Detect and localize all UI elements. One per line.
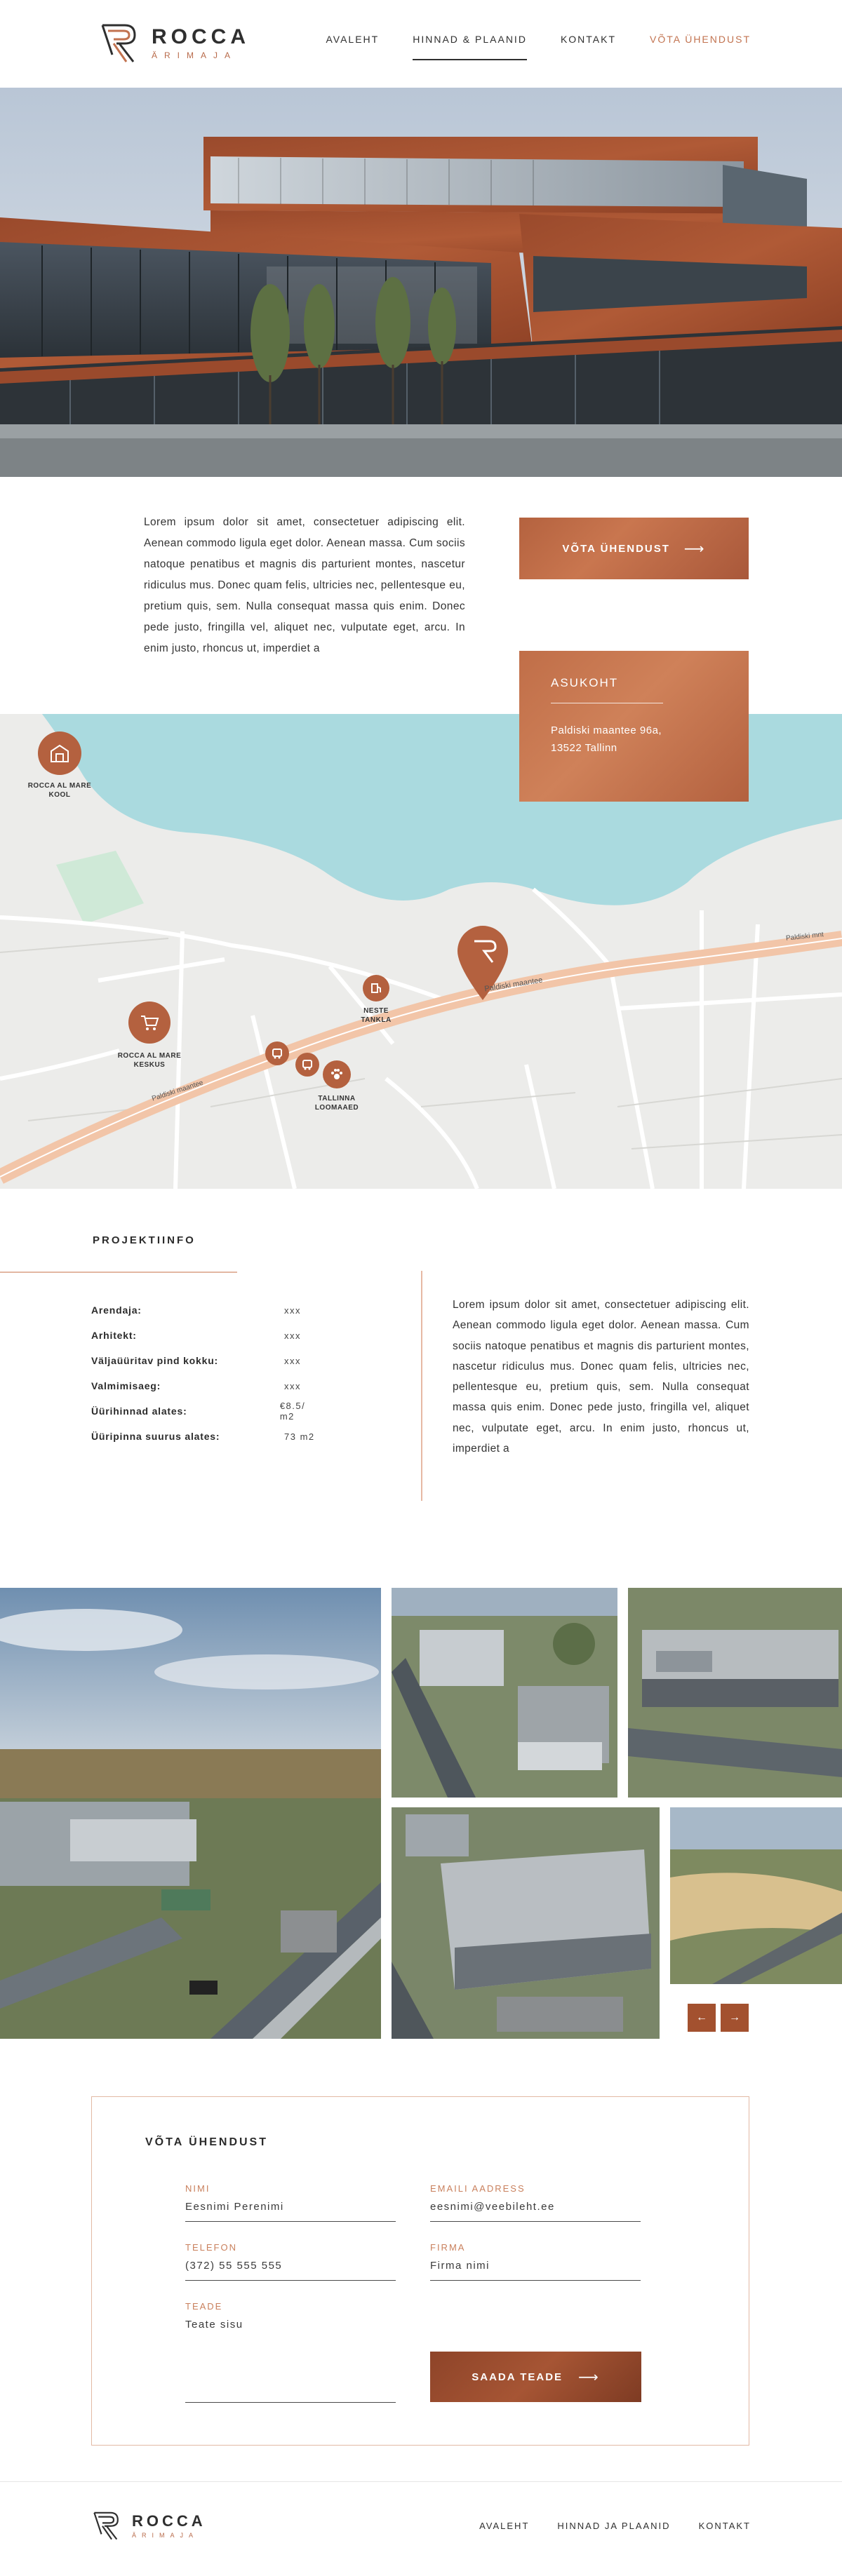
project-info-value: xxx [284, 1330, 301, 1341]
message-textarea[interactable]: Teate sisu [185, 2319, 396, 2339]
map-label-neste: NESTE TANKLA [361, 1007, 392, 1024]
project-info-value: €8.5/ m2 [279, 1401, 306, 1422]
project-info-table: Arendaja: xxx Arhitekt: xxx Väljaüüritav… [91, 1297, 323, 1449]
building-rendering [0, 88, 842, 477]
email-input[interactable]: eesnimi@veebileht.ee [430, 2201, 641, 2221]
project-info-row: Üürihinnad alates: €8.5/ m2 [91, 1398, 323, 1424]
zoo-paw-icon[interactable] [323, 1060, 351, 1088]
footer-nav-avaleht[interactable]: AVALEHT [479, 2521, 529, 2531]
footer-logo-name: ROCCA [132, 2512, 206, 2530]
nav-avaleht[interactable]: AVALEHT [326, 34, 380, 60]
name-input[interactable]: Eesnimi Perenimi [185, 2201, 396, 2221]
contact-form: VÕTA ÜHENDUST NIMI Eesnimi Perenimi EMAI… [91, 2096, 749, 2446]
site-logo[interactable]: ROCCA ÄRIMAJA [98, 18, 250, 67]
shopping-cart-icon[interactable] [128, 1002, 171, 1044]
gallery-photo[interactable] [0, 1588, 381, 2039]
map-label-zoo: TALLINNA LOOMAAED [314, 1095, 359, 1112]
nav-vota-uhendust[interactable]: VÕTA ÜHENDUST [650, 34, 751, 60]
project-info-row: Arhitekt: xxx [91, 1323, 323, 1348]
address-card: ASUKOHT Paldiski maantee 96a, 13522 Tall… [519, 651, 749, 802]
project-info-row: Valmimisaeg: xxx [91, 1373, 323, 1398]
map-label-center: ROCCA AL MARE KESKUS [117, 1052, 182, 1069]
gallery-photo[interactable] [392, 1807, 660, 2039]
project-info-row: Väljaüüritav pind kokku: xxx [91, 1348, 323, 1373]
site-header: ROCCA ÄRIMAJA AVALEHT HINNAD & PLAANID K… [0, 0, 842, 88]
project-info-label: Väljaüüritav pind kokku: [91, 1355, 219, 1366]
fuel-station-icon[interactable] [363, 975, 389, 1002]
project-info-title: PROJEKTIINFO [93, 1234, 196, 1246]
project-info-value: xxx [284, 1304, 301, 1316]
send-message-button[interactable]: SAADA TEADE ⟶ [430, 2352, 641, 2402]
project-info-label: Arendaja: [91, 1304, 142, 1316]
footer-divider [0, 2481, 842, 2482]
message-field[interactable]: TEADE Teate sisu [185, 2301, 396, 2403]
logo-name: ROCCA [152, 25, 250, 48]
project-info-value: xxx [284, 1355, 301, 1366]
phone-field[interactable]: TELEFON (372) 55 555 555 [185, 2242, 396, 2281]
nav-kontakt[interactable]: KONTAKT [561, 34, 616, 60]
project-description: Lorem ipsum dolor sit amet, consectetuer… [453, 1299, 749, 1455]
footer-logo[interactable]: ROCCA ÄRIMAJA [91, 2509, 206, 2542]
phone-input[interactable]: (372) 55 555 555 [185, 2260, 396, 2280]
rocca-logo-icon [101, 24, 136, 62]
send-button-label: SAADA TEADE [472, 2371, 563, 2383]
contact-cta-button[interactable]: VÕTA ÜHENDUST ⟶ [519, 518, 749, 579]
project-info-row: Üüripinna suurus alates: 73 m2 [91, 1424, 323, 1449]
address-line-1: Paldiski maantee 96a, [551, 724, 662, 736]
footer-logo-subtitle: ÄRIMAJA [132, 2532, 199, 2539]
gallery-photo[interactable] [670, 1807, 842, 1984]
email-field[interactable]: EMAILI AADRESS eesnimi@veebileht.ee [430, 2183, 641, 2222]
project-info-value: 73 m2 [284, 1431, 315, 1442]
footer-nav: AVALEHT HINNAD JA PLAANID KONTAKT [451, 2521, 751, 2531]
project-info-value: xxx [284, 1380, 301, 1391]
project-info-row: Arendaja: xxx [91, 1297, 323, 1323]
company-field[interactable]: FIRMA Firma nimi [430, 2242, 641, 2281]
address-line-2: 13522 Tallinn [551, 742, 617, 754]
company-field-label: FIRMA [430, 2242, 466, 2253]
project-info-vertical-divider [421, 1271, 422, 1501]
project-info-divider [0, 1272, 237, 1273]
nav-hinnad-plaanid[interactable]: HINNAD & PLAANID [413, 34, 527, 60]
gallery-prev-button[interactable]: ← [688, 2004, 716, 2032]
arrow-right-icon: ⟶ [683, 541, 706, 557]
email-field-label: EMAILI AADRESS [430, 2183, 526, 2194]
footer-nav-hinnad-plaanid[interactable]: HINNAD JA PLAANID [557, 2521, 670, 2531]
bus-stop-icon[interactable] [295, 1053, 319, 1077]
company-input[interactable]: Firma nimi [430, 2260, 641, 2280]
cta-label: VÕTA ÜHENDUST [562, 542, 670, 555]
gallery-photo[interactable] [392, 1588, 617, 1798]
arrow-right-icon: ⟶ [578, 2369, 600, 2385]
project-info-label: Arhitekt: [91, 1330, 137, 1341]
message-field-label: TEADE [185, 2301, 223, 2312]
rocca-logo-icon [93, 2511, 119, 2540]
gallery-next-button[interactable]: → [721, 2004, 749, 2032]
address-title: ASUKOHT [551, 676, 619, 689]
footer-nav-kontakt[interactable]: KONTAKT [699, 2521, 751, 2531]
contact-form-title: VÕTA ÜHENDUST [145, 2136, 268, 2148]
project-info-label: Valmimisaeg: [91, 1380, 161, 1391]
phone-field-label: TELEFON [185, 2242, 237, 2253]
photo-gallery: ← → [0, 1588, 842, 2040]
hero-image [0, 88, 842, 477]
name-field[interactable]: NIMI Eesnimi Perenimi [185, 2183, 396, 2222]
project-info-label: Üürihinnad alates: [91, 1405, 187, 1417]
gallery-photo[interactable] [628, 1588, 842, 1798]
main-nav: AVALEHT HINNAD & PLAANID KONTAKT VÕTA ÜH… [293, 34, 751, 60]
map-label-school: ROCCA AL MARE KOOL [27, 782, 92, 799]
logo-subtitle: ÄRIMAJA [152, 50, 238, 60]
name-field-label: NIMI [185, 2183, 210, 2194]
school-icon[interactable] [38, 731, 81, 775]
project-info-label: Üüripinna suurus alates: [91, 1431, 220, 1442]
intro-text: Lorem ipsum dolor sit amet, consectetuer… [144, 516, 465, 654]
bus-stop-icon[interactable] [265, 1041, 289, 1065]
